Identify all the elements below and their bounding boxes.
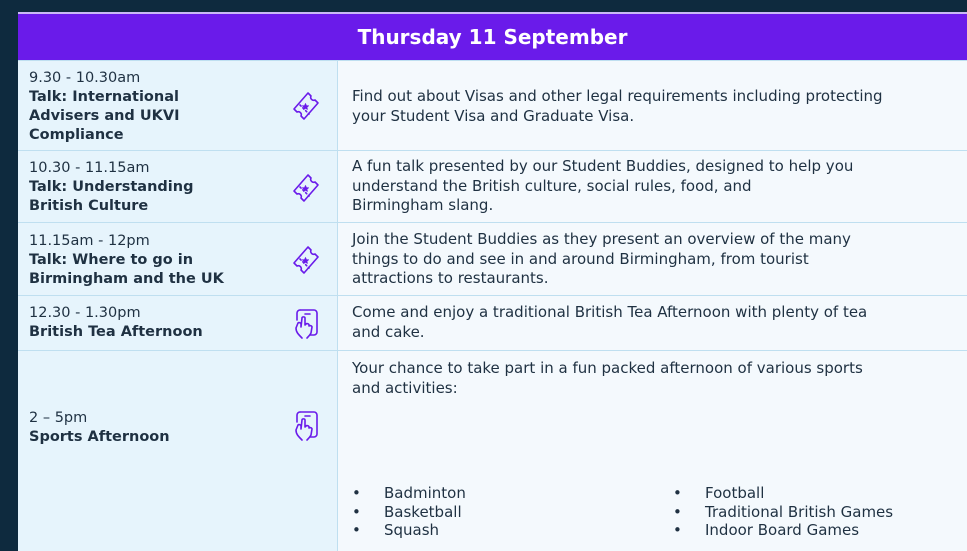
list-item: Indoor Board Games	[673, 521, 967, 540]
schedule-table: Thursday 11 September 9.30 - 10.30am Tal…	[18, 12, 967, 551]
schedule-row: 9.30 - 10.30am Talk: International Advis…	[18, 60, 967, 150]
ticket-icon	[286, 167, 326, 207]
tap-phone-icon	[286, 304, 326, 344]
session-info-cell: 9.30 - 10.30am Talk: International Advis…	[18, 61, 338, 150]
list-item: Squash	[352, 521, 652, 540]
session-time: 12.30 - 1.30pm	[29, 305, 141, 321]
list-item: Badminton	[352, 484, 652, 503]
session-time: 2 – 5pm	[29, 410, 88, 426]
session-title-line: Compliance	[29, 127, 124, 143]
description-line: things to do and see in and around Birmi…	[352, 249, 809, 268]
list-item: Traditional British Games	[673, 503, 967, 522]
list-item: Basketball	[352, 503, 652, 522]
session-info-cell: 11.15am - 12pm Talk: Where to go in Birm…	[18, 223, 338, 295]
session-title-line: Talk: International	[29, 89, 179, 105]
description-line: your Student Visa and Graduate Visa.	[352, 106, 635, 125]
schedule-row: 12.30 - 1.30pm British Tea Afternoon Com…	[18, 295, 967, 350]
schedule-row: 2 – 5pm Sports Afternoon Your chance to …	[18, 350, 967, 551]
session-info-cell: 12.30 - 1.30pm British Tea Afternoon	[18, 296, 338, 350]
session-title-line: Sports Afternoon	[29, 429, 170, 445]
description-line: Come and enjoy a traditional British Tea…	[352, 303, 868, 321]
session-description-cell: Come and enjoy a traditional British Tea…	[338, 296, 967, 350]
description-line: and activities:	[352, 378, 458, 397]
session-info-cell: 10.30 - 11.15am Talk: Understanding Brit…	[18, 151, 338, 222]
session-title-line: British Culture	[29, 198, 149, 214]
session-description-cell: A fun talk presented by our Student Budd…	[338, 151, 967, 222]
session-info-cell: 2 – 5pm Sports Afternoon	[18, 351, 338, 551]
session-title-line: British Tea Afternoon	[29, 324, 203, 340]
list-item: Football	[673, 484, 967, 503]
day-title: Thursday 11 September	[357, 25, 628, 49]
session-time: 9.30 - 10.30am	[29, 70, 141, 86]
activities-list-right: Football Traditional British Games Indoo…	[673, 484, 967, 540]
description-line: Birmingham slang.	[352, 196, 494, 214]
description-line: attractions to restaurants.	[352, 269, 549, 287]
ticket-icon	[286, 239, 326, 279]
description-line: Find out about Visas and other legal req…	[352, 87, 883, 105]
description-line: understand the British culture, social r…	[352, 176, 752, 195]
session-title-line: Talk: Where to go in	[29, 252, 194, 268]
tap-phone-icon	[286, 406, 326, 446]
schedule-row: 10.30 - 11.15am Talk: Understanding Brit…	[18, 150, 967, 222]
description-line: Join the Student Buddies as they present…	[352, 230, 851, 248]
session-time: 10.30 - 11.15am	[29, 160, 150, 176]
session-time: 11.15am - 12pm	[29, 233, 150, 249]
session-title-line: Birmingham and the UK	[29, 271, 224, 287]
session-description-cell: Join the Student Buddies as they present…	[338, 223, 967, 295]
description-line: A fun talk presented by our Student Budd…	[352, 157, 854, 175]
description-line: and cake.	[352, 322, 425, 341]
ticket-icon	[286, 85, 326, 125]
session-title-line: Talk: Understanding	[29, 179, 194, 195]
session-description-cell: Find out about Visas and other legal req…	[338, 61, 967, 150]
session-description-cell: Your chance to take part in a fun packed…	[338, 351, 967, 551]
schedule-row: 11.15am - 12pm Talk: Where to go in Birm…	[18, 222, 967, 295]
day-header: Thursday 11 September	[18, 12, 967, 60]
activities-list-left: Badminton Basketball Squash	[352, 484, 652, 540]
description-line: Your chance to take part in a fun packed…	[352, 359, 863, 377]
session-title-line: Advisers and UKVI	[29, 108, 180, 124]
